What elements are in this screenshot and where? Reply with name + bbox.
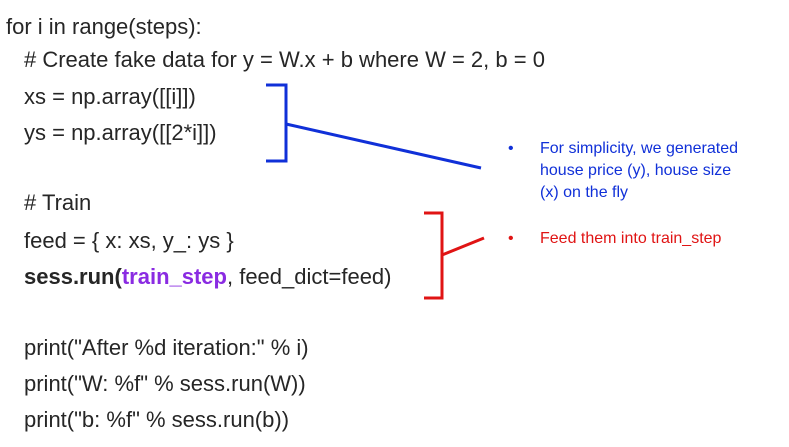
annotation-blue-text: For simplicity, we generated house price… [540, 140, 738, 201]
red-connector [441, 236, 485, 257]
blue-connector [285, 122, 482, 170]
red-bracket [424, 211, 444, 300]
annotation-red: • Feed them into train_step [508, 228, 740, 250]
annotation-brackets [266, 83, 485, 300]
bullet-blue: • [508, 140, 514, 157]
annotation-blue: • For simplicity, we generated house pri… [508, 138, 750, 204]
blue-bracket [266, 83, 288, 163]
annotation-red-text: Feed them into train_step [540, 230, 722, 247]
bullet-red: • [508, 230, 514, 247]
